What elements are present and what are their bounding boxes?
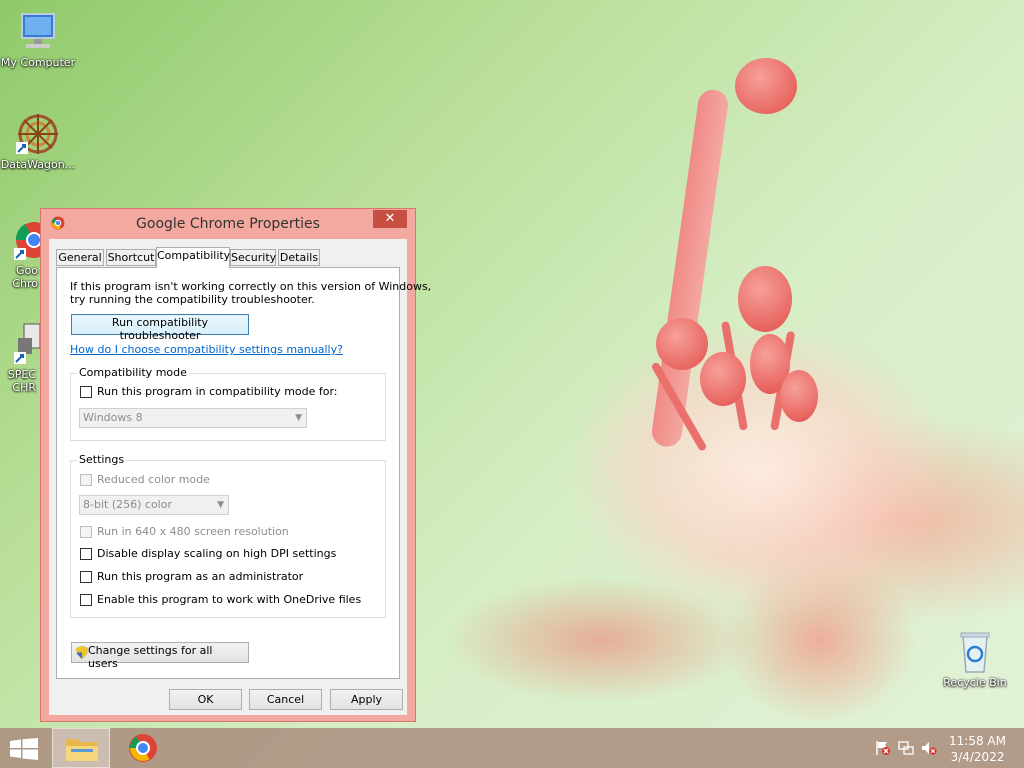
desktop-icon-label: My Computer [0,56,76,69]
compat-mode-checkbox[interactable] [80,386,92,398]
chrome-icon [129,734,157,762]
group-title: Compatibility mode [77,366,189,379]
action-center-flag-icon[interactable] [875,740,891,756]
resolution-label: Run in 640 x 480 screen resolution [97,525,289,538]
dialog-client: General Shortcut Compatibility Security … [49,239,431,715]
cancel-button[interactable]: Cancel [249,689,322,710]
wallpaper-anther [780,370,818,422]
desktop-icon-my-computer[interactable]: My Computer [0,10,76,69]
run-troubleshooter-button[interactable]: Run compatibility troubleshooter [71,314,249,342]
tab-security[interactable]: Security [230,249,276,266]
clock-time: 11:58 AM [949,734,1006,748]
windows-logo-icon[interactable] [10,738,38,760]
desktop-icon-label: Recycle Bin [943,676,1007,689]
taskbar-chrome[interactable] [115,728,173,768]
network-icon[interactable] [898,740,914,756]
chrome-icon [0,218,40,262]
ok-button[interactable]: OK [169,689,242,710]
compatibility-help-link[interactable]: How do I choose compatibility settings m… [70,343,343,356]
apply-button[interactable]: Apply [330,689,403,710]
desktop-icon-label: DataWagon... [0,158,76,171]
taskbar-file-explorer[interactable] [52,728,110,768]
chevron-down-icon: ▼ [217,500,224,510]
desktop-icon-recycle-bin[interactable]: Recycle Bin [936,630,1014,689]
settings-group: Settings Reduced color mode 8-bit (256) … [70,453,386,618]
dialog-titlebar[interactable]: Google Chrome Properties ✕ [41,209,415,239]
dialog-title: Google Chrome Properties [136,216,320,232]
desktop-icon-label: Goo Chro [12,264,38,290]
close-button[interactable]: ✕ [373,210,407,228]
intro-text-line1: If this program isn't working correctly … [70,280,432,293]
os-version-select[interactable]: Windows 8 ▼ [79,408,307,428]
tab-general[interactable]: General [56,249,104,266]
reduced-color-checkbox[interactable] [80,474,92,486]
computer-icon [16,10,60,54]
color-depth-value: 8-bit (256) color [83,498,172,511]
tab-details[interactable]: Details [278,249,320,266]
run-as-admin-checkbox[interactable] [80,571,92,583]
desktop-icon-datawagon[interactable]: DataWagon... [0,112,76,171]
compat-mode-label: Run this program in compatibility mode f… [97,385,338,398]
clock-date: 3/4/2022 [950,750,1005,764]
dpi-scaling-checkbox[interactable] [80,548,92,560]
volume-muted-icon[interactable] [921,740,937,756]
shield-icon [76,646,88,662]
onedrive-label: Enable this program to work with OneDriv… [97,593,362,606]
desktop-icon-google-chrome[interactable]: Goo Chro [0,218,40,290]
reduced-color-label: Reduced color mode [97,473,210,486]
spec-app-icon [0,322,40,366]
wallpaper-stigma [735,58,797,114]
tab-shortcut[interactable]: Shortcut [106,249,156,266]
folder-icon [66,739,98,761]
chevron-down-icon: ▼ [295,413,302,423]
color-depth-select[interactable]: 8-bit (256) color ▼ [79,495,229,515]
group-title: Settings [77,453,127,466]
resolution-checkbox[interactable] [80,526,92,538]
change-all-users-label: Change settings for all users [88,644,213,670]
wallpaper-anther [738,266,792,332]
os-version-value: Windows 8 [83,411,143,424]
tab-compatibility[interactable]: Compatibility [156,247,230,268]
wallpaper-anther [656,318,708,370]
properties-dialog: Google Chrome Properties ✕ General Short… [40,208,431,722]
onedrive-checkbox[interactable] [80,594,92,606]
change-all-users-button[interactable]: Change settings for all users [71,642,249,670]
desktop-icon-spec-chr[interactable]: SPEC CHR [0,322,40,394]
desktop-icon-label: SPEC CHR [7,368,36,394]
intro-text-line2: try running the compatibility troublesho… [70,293,315,306]
compatibility-mode-group: Compatibility mode Run this program in c… [70,366,386,441]
datawagon-icon [16,112,60,156]
dpi-scaling-label: Disable display scaling on high DPI sett… [97,547,337,560]
recycle-bin-icon [953,630,997,674]
compatibility-panel: If this program isn't working correctly … [56,267,431,679]
taskbar-clock[interactable]: 11:58 AM 3/4/2022 [949,733,1006,765]
run-as-admin-label: Run this program as an administrator [97,570,304,583]
wallpaper-anther [700,352,746,406]
